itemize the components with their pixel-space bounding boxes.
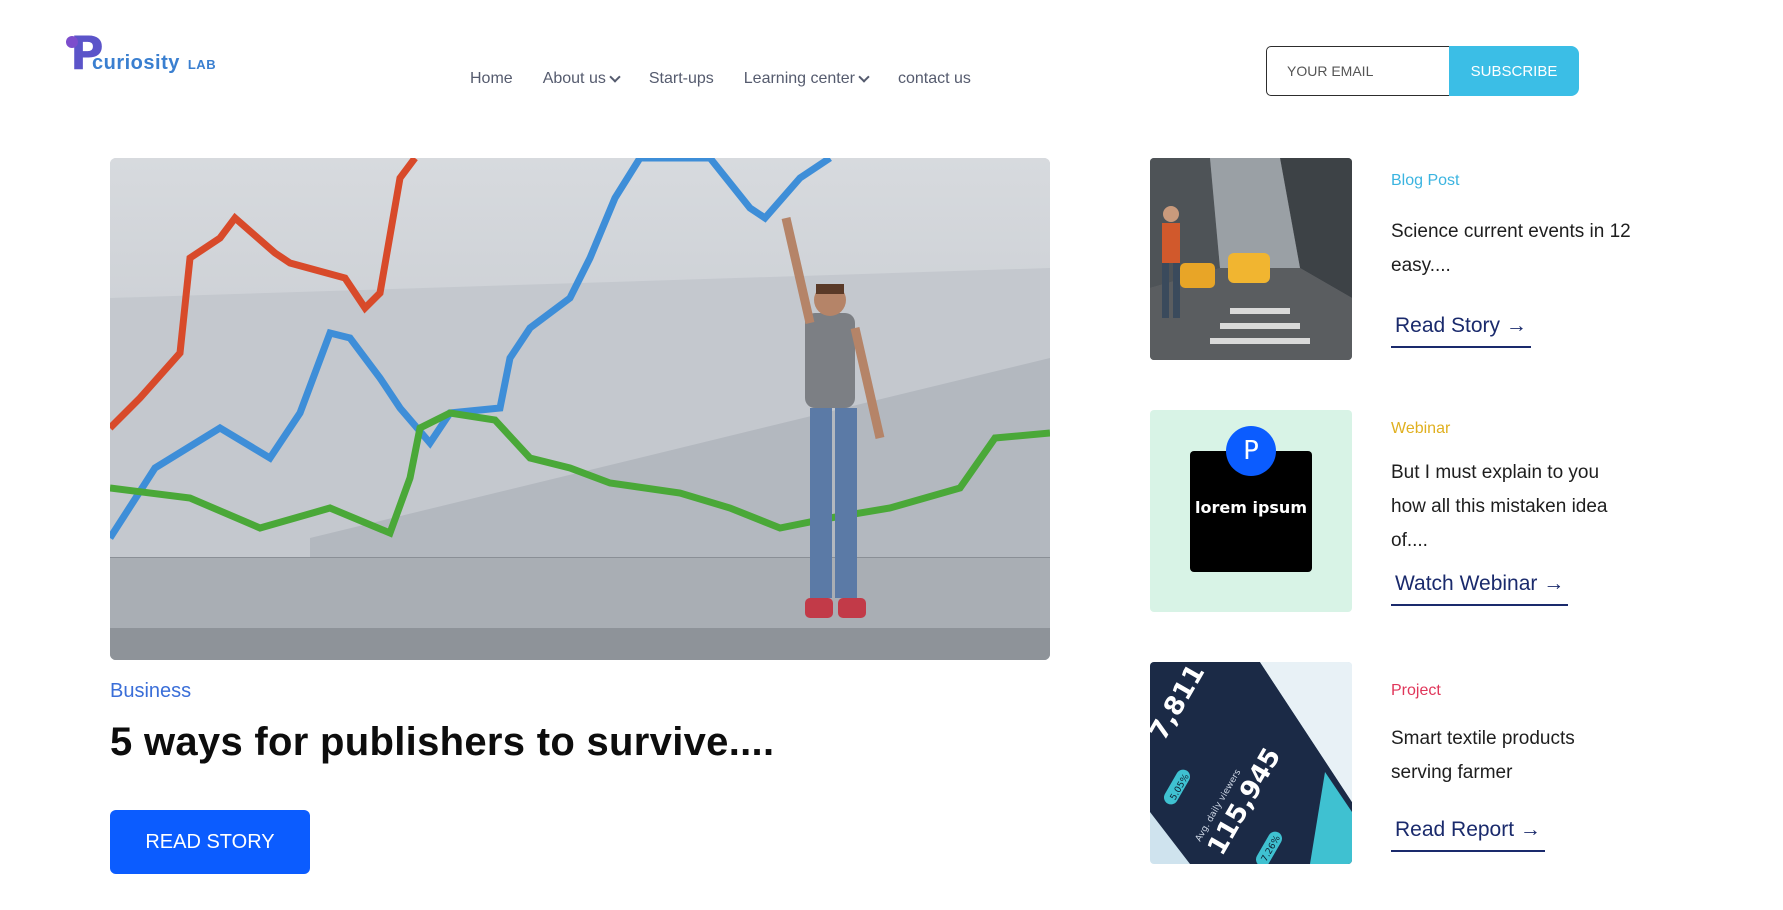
chevron-down-icon	[858, 71, 870, 83]
card-text-project: Smart textile products serving farmer	[1391, 728, 1575, 783]
subscribe-button[interactable]: SUBSCRIBE	[1449, 46, 1579, 96]
nav-learning-center-label: Learning center	[743, 70, 855, 87]
card-thumbnail-webinar[interactable]: lorem ipsum P	[1150, 410, 1352, 612]
avatar: P	[1226, 426, 1276, 476]
nav-about-us-label: About us	[542, 70, 606, 87]
nav-start-ups[interactable]: Start-ups	[649, 70, 714, 88]
webinar-card-label: lorem ipsum	[1195, 498, 1307, 517]
card-thumbnail-blog[interactable]	[1150, 158, 1352, 360]
read-story-button[interactable]: READ STORY	[110, 810, 310, 874]
hero-illustration	[110, 158, 1050, 660]
chevron-down-icon	[609, 71, 621, 83]
card-tag-label: Webinar	[1391, 420, 1451, 437]
nav-learning-center[interactable]: Learning center	[743, 70, 870, 88]
logo-wordmark: curiosity LAB	[92, 52, 216, 75]
card-text-blog: Science current events in 12 easy....	[1391, 221, 1631, 276]
logo[interactable]: P curiosity LAB	[66, 30, 220, 90]
card-tag-blog: Blog Post	[1391, 172, 1459, 190]
nav-home[interactable]: Home	[470, 70, 513, 88]
read-report-link[interactable]: Read Report →	[1391, 818, 1545, 852]
card-text-webinar: But I must explain to you how all this m…	[1391, 462, 1608, 551]
main-nav: Home About us Start-ups Learning center …	[470, 70, 1001, 88]
watch-webinar-link[interactable]: Watch Webinar →	[1391, 572, 1569, 606]
nav-home-label: Home	[470, 70, 513, 87]
hero-image[interactable]	[110, 158, 1050, 660]
nav-start-ups-label: Start-ups	[648, 70, 714, 87]
hero-category[interactable]: Business	[110, 680, 191, 703]
analytics-tablet-image: 7,811 115,945 Avg. daily viewers 5.05% 7…	[1150, 662, 1352, 864]
logo-suffix: LAB	[187, 57, 217, 72]
logo-word: curiosity	[92, 52, 180, 74]
nav-contact-us[interactable]: contact us	[898, 70, 971, 88]
card-thumbnail-project[interactable]: 7,811 115,945 Avg. daily viewers 5.05% 7…	[1150, 662, 1352, 864]
nav-contact-us-label: contact us	[897, 70, 971, 87]
card-tag-label: Blog Post	[1391, 172, 1460, 189]
card-tag-project: Project	[1391, 682, 1441, 700]
subscribe-form: SUBSCRIBE	[1266, 46, 1579, 96]
nav-about-us[interactable]: About us	[542, 70, 621, 88]
hero-title[interactable]: 5 ways for publishers to survive....	[110, 720, 774, 765]
read-story-link[interactable]: Read Story →	[1391, 314, 1531, 348]
city-street-image	[1150, 158, 1352, 360]
card-tag-webinar: Webinar	[1391, 420, 1450, 438]
card-tag-label: Project	[1391, 682, 1441, 699]
